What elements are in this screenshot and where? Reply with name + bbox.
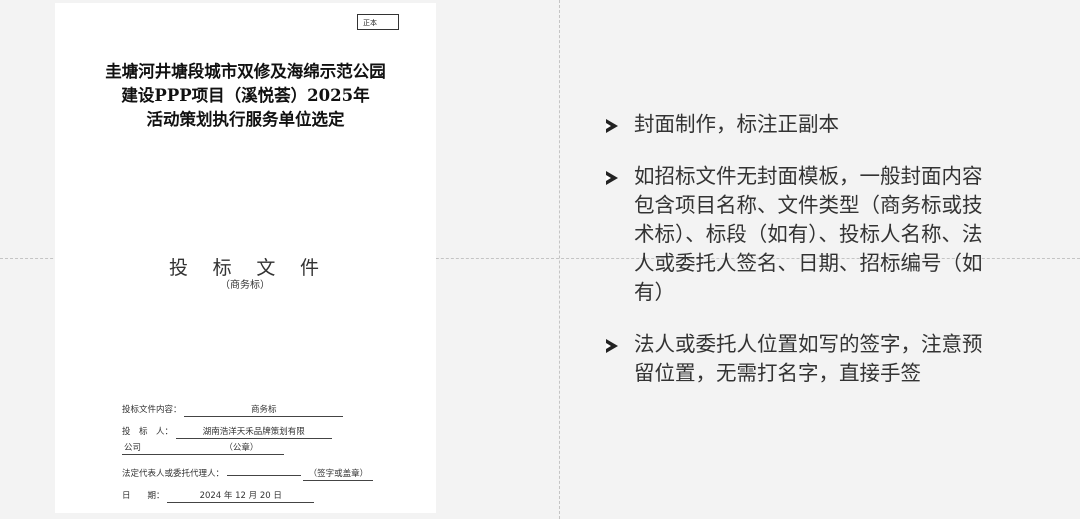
rep-signature-line — [226, 475, 301, 476]
title-line: 建设PPP项目（溪悦荟）2025年 — [121, 86, 370, 105]
notes-list: 封面制作，标注正副本 如招标文件无封面模板，一般封面内容包含项目名称、文件类型（… — [604, 110, 994, 411]
rep-note: （签字或盖章） — [303, 469, 374, 481]
project-title: 圭塘河井塘段城市双修及海绵示范公园 建设PPP项目（溪悦荟）2025年 活动策划… — [55, 60, 436, 132]
title-line: 活动策划执行服务单位选定 — [146, 110, 345, 129]
original-copy-stamp: 正本 — [357, 14, 399, 30]
title-line: 圭塘河井塘段城市双修及海绵示范公园 — [105, 62, 386, 81]
note-item: 法人或委托人位置如写的签字，注意预留位置，无需打名字，直接手签 — [604, 330, 994, 388]
rep-label: 法定代表人或委托代理人： — [122, 469, 225, 479]
doc-type-char: 投 — [169, 257, 189, 279]
date-value: 2024 年 12 月 20 日 — [167, 491, 315, 503]
document-subtype: （商务标） — [220, 280, 270, 291]
note-text: 如招标文件无封面模板，一般封面内容包含项目名称、文件类型（商务标或技术标）、标段… — [634, 164, 983, 304]
note-text: 封面制作，标注正副本 — [634, 112, 839, 136]
content-field: 投标文件内容： 商务标 — [122, 403, 344, 417]
doc-type-char: 件 — [299, 257, 319, 279]
cover-page-thumbnail: 正本 圭塘河井塘段城市双修及海绵示范公园 建设PPP项目（溪悦荟）2025年 活… — [55, 3, 436, 513]
arrow-bullet-icon — [606, 119, 618, 133]
date-field: 日 期： 2024 年 12 月 20 日 — [122, 489, 315, 503]
bidder-value-cont: 公司 — [124, 443, 142, 453]
bidder-field-continued: 公司 （公章） — [122, 443, 284, 455]
arrow-bullet-icon — [606, 339, 618, 353]
seal-note: （公章） — [224, 443, 259, 453]
bidder-field: 投 标 人： 湖南浩洋天禾品牌策划有限 — [122, 425, 332, 439]
date-label: 日 期： — [122, 491, 165, 501]
vertical-guide-line — [559, 0, 560, 519]
bidder-label: 投 标 人： — [122, 427, 174, 437]
representative-field: 法定代表人或委托代理人： （签字或盖章） — [122, 467, 374, 481]
bidder-value: 湖南浩洋天禾品牌策划有限 — [175, 427, 332, 439]
note-item: 如招标文件无封面模板，一般封面内容包含项目名称、文件类型（商务标或技术标）、标段… — [604, 162, 994, 307]
content-value: 商务标 — [184, 405, 344, 417]
note-text: 法人或委托人位置如写的签字，注意预留位置，无需打名字，直接手签 — [634, 332, 983, 385]
note-item: 封面制作，标注正副本 — [604, 110, 994, 139]
arrow-bullet-icon — [606, 171, 618, 185]
bidder-value-continued: 公司 （公章） — [122, 443, 284, 455]
content-label: 投标文件内容： — [122, 405, 182, 415]
